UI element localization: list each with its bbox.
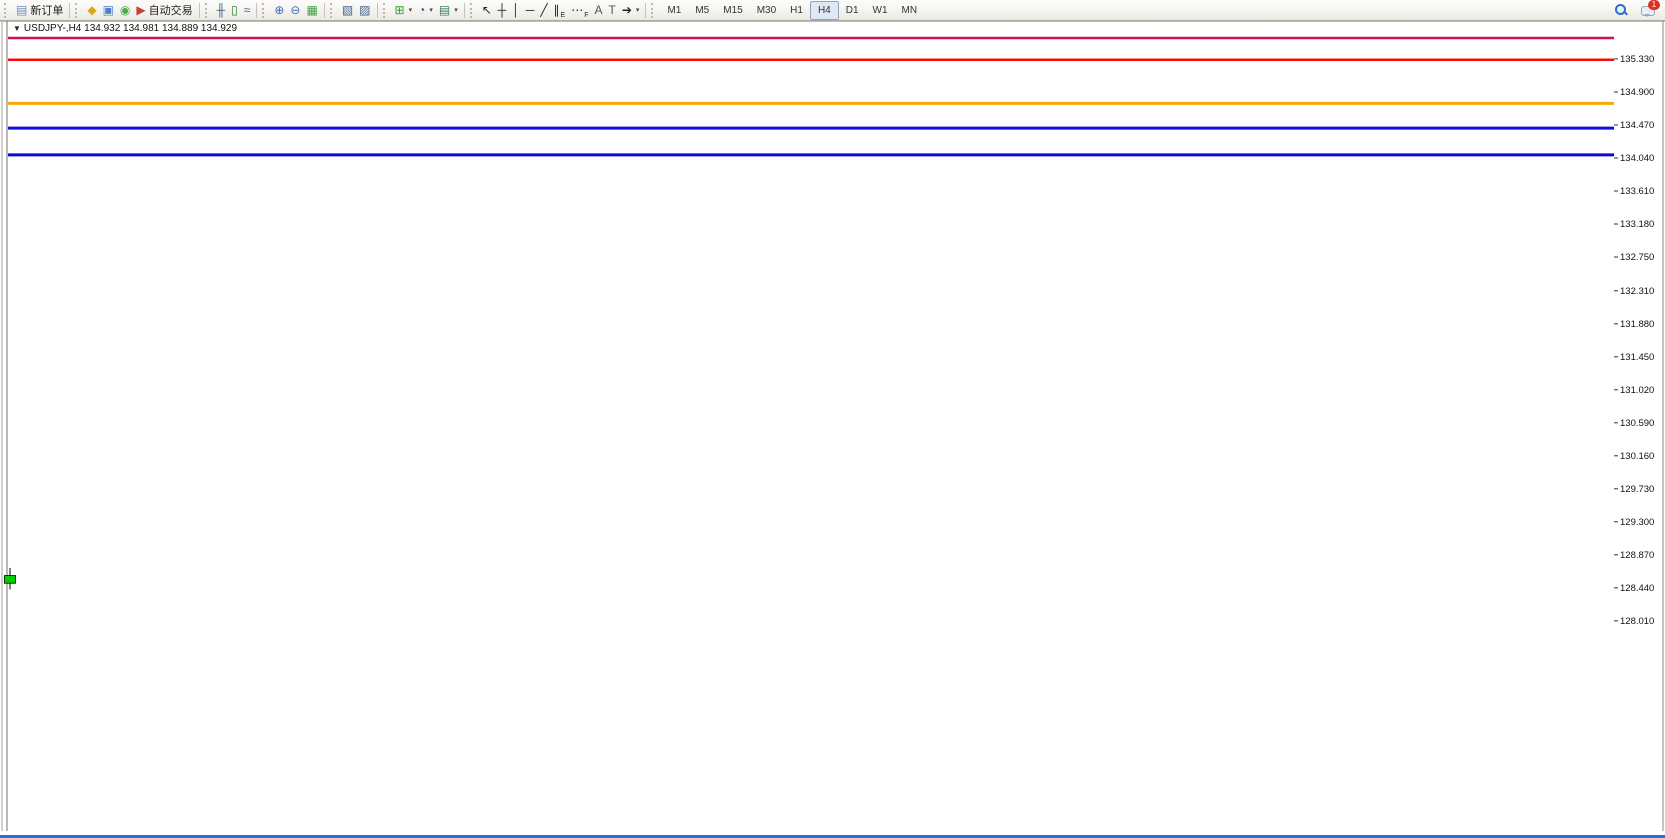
chart-canvas[interactable]: 128.010 128.440 128.870 129.300 129.730 130.1… — [0, 0, 1665, 838]
price-tick-label: 134.040 — [1620, 153, 1654, 164]
price-tick-label: 129.300 — [1620, 517, 1654, 528]
price-tick-label: 131.450 — [1620, 352, 1654, 363]
price-tick-label: 133.180 — [1620, 219, 1654, 230]
price-tick-label: 128.440 — [1620, 583, 1654, 594]
price-tick-label: 131.020 — [1620, 385, 1654, 396]
price-tick-label: 133.610 — [1620, 186, 1654, 197]
symbol-dropdown-icon[interactable]: ▼ — [13, 24, 21, 33]
chart-title-text: USDJPY-,H4 134.932 134.981 134.889 134.9… — [24, 23, 237, 34]
mt4-application: ▤新订单◆▣◉▶自动交易╫▯≈⊕⊖▦▧▨⊞▾◔▾▤▾↖┼│─╱∥E⋯FAT➔▾M… — [0, 0, 1665, 838]
price-tick-label: 134.900 — [1620, 87, 1654, 98]
price-tick-label: 128.010 — [1620, 616, 1654, 627]
price-tick-label: 130.160 — [1620, 451, 1654, 462]
price-tick-label: 131.880 — [1620, 319, 1654, 330]
chart-title: ▼USDJPY-,H4 134.932 134.981 134.889 134.… — [13, 23, 237, 34]
price-tick-label: 134.470 — [1620, 120, 1654, 131]
price-tick-label: 128.870 — [1620, 550, 1654, 561]
price-tick-label: 132.310 — [1620, 286, 1654, 297]
candle-body — [5, 576, 16, 584]
price-tick-label: 135.330 — [1620, 54, 1654, 65]
price-tick-label: 130.590 — [1620, 418, 1654, 429]
price-tick-label: 132.750 — [1620, 252, 1654, 263]
price-tick-label: 129.730 — [1620, 484, 1654, 495]
